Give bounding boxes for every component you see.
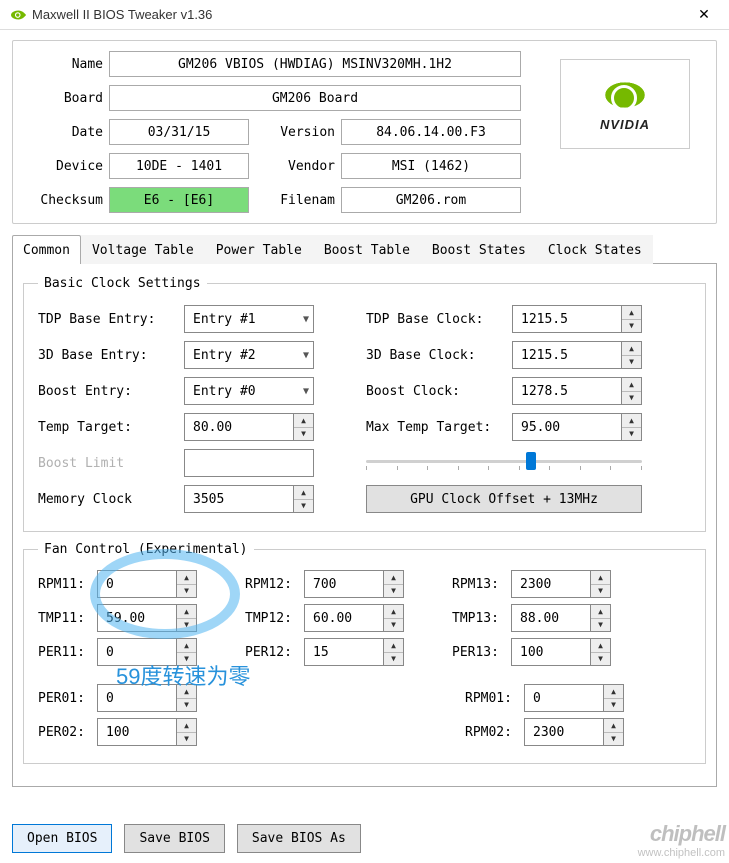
max-temp-target-label: Max Temp Target: — [366, 420, 506, 435]
rpm13-label: RPM13: — [452, 577, 507, 592]
tmp12-label: TMP12: — [245, 611, 300, 626]
boost-entry-select[interactable]: Entry #0▼ — [184, 377, 314, 405]
nvidia-logo: NVIDIA — [560, 59, 690, 149]
boost-entry-label: Boost Entry: — [38, 384, 178, 399]
memory-clock-input[interactable]: 3505▲▼ — [184, 485, 314, 513]
rpm02-label: RPM02: — [465, 725, 520, 740]
board-field: GM206 Board — [109, 85, 521, 111]
rpm01-label: RPM01: — [465, 691, 520, 706]
tdp-base-entry-label: TDP Base Entry: — [38, 312, 178, 327]
device-field: 10DE - 1401 — [109, 153, 249, 179]
temp-target-label: Temp Target: — [38, 420, 178, 435]
max-temp-target-input[interactable]: 95.00▲▼ — [512, 413, 642, 441]
bios-info-panel: Name GM206 VBIOS (HWDIAG) MSINV320MH.1H2… — [12, 40, 717, 224]
name-field: GM206 VBIOS (HWDIAG) MSINV320MH.1H2 — [109, 51, 521, 77]
tab-voltage-table[interactable]: Voltage Table — [81, 235, 205, 264]
version-label: Version — [255, 125, 335, 140]
per01-label: PER01: — [38, 691, 93, 706]
close-button[interactable]: ✕ — [681, 0, 727, 30]
per13-label: PER13: — [452, 645, 507, 660]
title-bar: Maxwell II BIOS Tweaker v1.36 ✕ — [0, 0, 729, 30]
boost-clock-input[interactable]: 1278.5▲▼ — [512, 377, 642, 405]
rpm01-input[interactable]: 0▲▼ — [524, 684, 624, 712]
tab-power-table[interactable]: Power Table — [205, 235, 313, 264]
date-label: Date — [23, 125, 103, 140]
board-label: Board — [23, 91, 103, 106]
watermark: chiphell www.chiphell.com — [638, 821, 725, 859]
vendor-label: Vendor — [255, 159, 335, 174]
three-d-base-entry-select[interactable]: Entry #2▼ — [184, 341, 314, 369]
per11-label: PER11: — [38, 645, 93, 660]
footer-buttons: Open BIOS Save BIOS Save BIOS As — [12, 824, 361, 853]
filename-label: Filenam — [255, 193, 335, 208]
basic-clock-settings-group: Basic Clock Settings TDP Base Entry: Ent… — [23, 276, 706, 532]
vendor-field: MSI (1462) — [341, 153, 521, 179]
tmp13-input[interactable]: 88.00▲▼ — [511, 604, 611, 632]
version-field: 84.06.14.00.F3 — [341, 119, 521, 145]
checksum-field: E6 - [E6] — [109, 187, 249, 213]
checksum-label: Checksum — [23, 193, 103, 208]
tabstrip: Common Voltage Table Power Table Boost T… — [12, 234, 717, 264]
nvidia-eye-icon — [597, 77, 653, 113]
basic-clock-legend: Basic Clock Settings — [38, 276, 207, 291]
rpm02-input[interactable]: 2300▲▼ — [524, 718, 624, 746]
tab-boost-states[interactable]: Boost States — [421, 235, 537, 264]
boost-limit-input[interactable] — [184, 449, 314, 477]
rpm12-label: RPM12: — [245, 577, 300, 592]
nvidia-text: NVIDIA — [600, 117, 650, 132]
app-icon — [8, 6, 26, 24]
chevron-down-icon: ▼ — [303, 386, 309, 397]
temp-slider[interactable] — [366, 450, 642, 476]
per12-input[interactable]: 15▲▼ — [304, 638, 404, 666]
tdp-base-clock-label: TDP Base Clock: — [366, 312, 506, 327]
device-label: Device — [23, 159, 103, 174]
rpm13-input[interactable]: 2300▲▼ — [511, 570, 611, 598]
per11-input[interactable]: 0▲▼ — [97, 638, 197, 666]
fan-control-legend: Fan Control (Experimental) — [38, 542, 254, 557]
per12-label: PER12: — [245, 645, 300, 660]
fan-control-group: Fan Control (Experimental) RPM11: 0▲▼ RP… — [23, 542, 706, 764]
tab-boost-table[interactable]: Boost Table — [313, 235, 421, 264]
tmp11-input[interactable]: 59.00▲▼ — [97, 604, 197, 632]
filename-field: GM206.rom — [341, 187, 521, 213]
boost-clock-label: Boost Clock: — [366, 384, 506, 399]
three-d-base-clock-label: 3D Base Clock: — [366, 348, 506, 363]
three-d-base-clock-input[interactable]: 1215.5▲▼ — [512, 341, 642, 369]
tdp-base-entry-select[interactable]: Entry #1▼ — [184, 305, 314, 333]
per02-input[interactable]: 100▲▼ — [97, 718, 197, 746]
rpm12-input[interactable]: 700▲▼ — [304, 570, 404, 598]
tmp13-label: TMP13: — [452, 611, 507, 626]
tmp12-input[interactable]: 60.00▲▼ — [304, 604, 404, 632]
memory-clock-label: Memory Clock — [38, 492, 178, 507]
three-d-base-entry-label: 3D Base Entry: — [38, 348, 178, 363]
chevron-down-icon: ▼ — [303, 314, 309, 325]
gpu-clock-offset-button[interactable]: GPU Clock Offset + 13MHz — [366, 485, 642, 513]
boost-limit-label: Boost Limit — [38, 456, 178, 471]
tmp11-label: TMP11: — [38, 611, 93, 626]
per02-label: PER02: — [38, 725, 93, 740]
save-bios-button[interactable]: Save BIOS — [124, 824, 224, 853]
tdp-base-clock-input[interactable]: 1215.5▲▼ — [512, 305, 642, 333]
name-label: Name — [23, 57, 103, 72]
chevron-down-icon: ▼ — [303, 350, 309, 361]
date-field: 03/31/15 — [109, 119, 249, 145]
per01-input[interactable]: 0▲▼ — [97, 684, 197, 712]
temp-target-input[interactable]: 80.00▲▼ — [184, 413, 314, 441]
window-title: Maxwell II BIOS Tweaker v1.36 — [32, 7, 681, 22]
open-bios-button[interactable]: Open BIOS — [12, 824, 112, 853]
rpm11-label: RPM11: — [38, 577, 93, 592]
per13-input[interactable]: 100▲▼ — [511, 638, 611, 666]
tab-common[interactable]: Common — [12, 235, 81, 264]
save-bios-as-button[interactable]: Save BIOS As — [237, 824, 361, 853]
tab-clock-states[interactable]: Clock States — [537, 235, 653, 264]
tabpage-common: Basic Clock Settings TDP Base Entry: Ent… — [12, 264, 717, 787]
rpm11-input[interactable]: 0▲▼ — [97, 570, 197, 598]
